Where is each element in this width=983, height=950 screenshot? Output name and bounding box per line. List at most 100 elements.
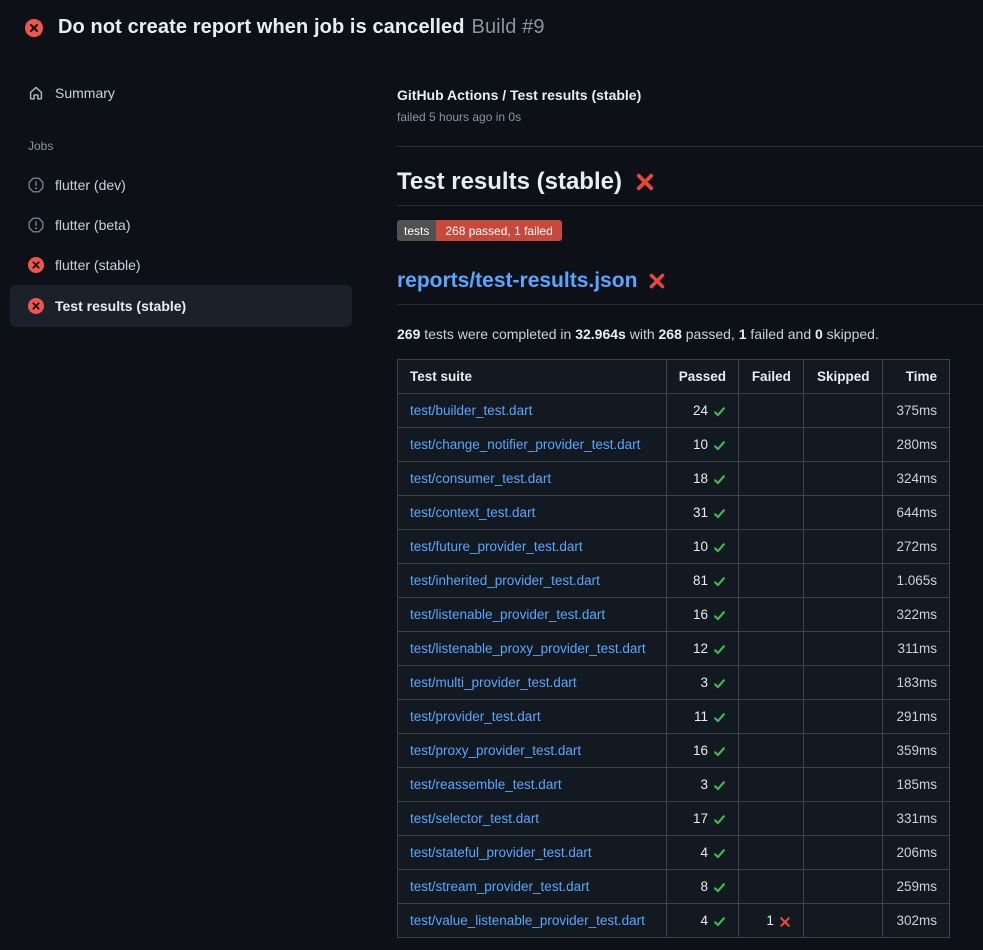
job-label: flutter (dev) — [55, 177, 126, 193]
jobs-list: flutter (dev) flutter (beta) flutter (stab… — [10, 165, 352, 327]
sidebar-item-flutter-stable[interactable]: flutter (stable) — [10, 245, 352, 285]
test-suite-link[interactable]: test/builder_test.dart — [410, 403, 532, 418]
skipped-cell — [803, 836, 882, 870]
fail-x-icon — [635, 172, 655, 192]
skipped-cell — [803, 632, 882, 666]
check-icon — [713, 643, 726, 656]
test-suite-cell: test/provider_test.dart — [398, 700, 667, 734]
sidebar-item-flutter-beta[interactable]: flutter (beta) — [10, 205, 352, 245]
check-icon — [713, 609, 726, 622]
column-failed: Failed — [739, 360, 804, 394]
check-icon — [713, 575, 726, 588]
passed-cell: 8 — [666, 870, 738, 904]
skipped-cell — [803, 428, 882, 462]
failed-cell — [739, 870, 804, 904]
skipped-cell — [803, 462, 882, 496]
table-row: test/change_notifier_provider_test.dart1… — [398, 428, 950, 462]
skipped-cell — [803, 666, 882, 700]
test-suite-link[interactable]: test/multi_provider_test.dart — [410, 675, 577, 690]
test-suite-cell: test/proxy_provider_test.dart — [398, 734, 667, 768]
sidebar-item-summary[interactable]: Summary — [10, 77, 352, 109]
test-suite-cell: test/future_provider_test.dart — [398, 530, 667, 564]
passed-count: 10 — [693, 539, 708, 554]
time-cell: 311ms — [882, 632, 950, 666]
skipped-cell — [803, 734, 882, 768]
check-icon — [713, 405, 726, 418]
table-row: test/reassemble_test.dart3185ms — [398, 768, 950, 802]
test-suite-link[interactable]: test/listenable_proxy_provider_test.dart — [410, 641, 646, 656]
summary-label: Summary — [55, 85, 115, 101]
test-suite-link[interactable]: test/stateful_provider_test.dart — [410, 845, 592, 860]
job-label: flutter (stable) — [55, 257, 141, 273]
results-table: Test suite Passed Failed Skipped Time te… — [397, 359, 950, 938]
table-row: test/future_provider_test.dart 10 272ms — [398, 530, 950, 564]
sidebar-item-test-results-stable[interactable]: Test results (stable) — [10, 285, 352, 327]
passed-count: 4 — [701, 913, 709, 928]
column-passed: Passed — [666, 360, 738, 394]
time-cell: 375ms — [882, 394, 950, 428]
test-suite-link[interactable]: test/listenable_provider_test.dart — [410, 607, 605, 622]
section-divider — [397, 146, 983, 147]
test-suite-cell: test/inherited_provider_test.dart — [398, 564, 667, 598]
time-cell: 359ms — [882, 734, 950, 768]
failed-cell — [739, 394, 804, 428]
passed-count: 12 — [693, 641, 708, 656]
test-suite-link[interactable]: test/stream_provider_test.dart — [410, 879, 589, 894]
tests-badge: tests 268 passed, 1 failed — [397, 220, 562, 241]
stop-icon — [28, 177, 44, 193]
passed-count: 3 — [701, 675, 709, 690]
column-test-suite: Test suite — [398, 360, 667, 394]
job-label: Test results (stable) — [55, 298, 186, 314]
jobs-heading: Jobs — [10, 139, 352, 153]
passed-cell: 3 — [666, 666, 738, 700]
skipped-cell — [803, 530, 882, 564]
test-suite-link[interactable]: test/reassemble_test.dart — [410, 777, 562, 792]
test-suite-link[interactable]: test/change_notifier_provider_test.dart — [410, 437, 640, 452]
passed-count: 17 — [693, 811, 708, 826]
time-cell: 331ms — [882, 802, 950, 836]
test-suite-cell: test/builder_test.dart — [398, 394, 667, 428]
test-suite-link[interactable]: test/selector_test.dart — [410, 811, 539, 826]
test-suite-link[interactable]: test/provider_test.dart — [410, 709, 541, 724]
sidebar-item-flutter-dev[interactable]: flutter (dev) — [10, 165, 352, 205]
test-suite-link[interactable]: test/value_listenable_provider_test.dart — [410, 913, 645, 928]
time-cell: 1.065s — [882, 564, 950, 598]
table-row: test/inherited_provider_test.dart 81 1.065… — [398, 564, 950, 598]
passed-count: 18 — [693, 471, 708, 486]
time-cell: 324ms — [882, 462, 950, 496]
column-time: Time — [882, 360, 950, 394]
failed-cell — [739, 598, 804, 632]
check-icon — [713, 745, 726, 758]
app-header: Do not create report when job is cancell… — [0, 0, 983, 51]
test-suite-cell: test/consumer_test.dart — [398, 462, 667, 496]
test-suite-link[interactable]: test/consumer_test.dart — [410, 471, 551, 486]
page-title: Do not create report when job is cancell… — [58, 16, 465, 38]
table-row: test/consumer_test.dart 18 324ms — [398, 462, 950, 496]
check-title-row: Test results (stable) — [397, 168, 983, 206]
time-cell: 272ms — [882, 530, 950, 564]
table-row: test/stream_provider_test.dart8259ms — [398, 870, 950, 904]
time-cell: 185ms — [882, 768, 950, 802]
check-icon — [713, 779, 726, 792]
badge-label: tests — [397, 220, 436, 241]
report-link[interactable]: reports/test-results.json — [397, 269, 637, 292]
test-suite-link[interactable]: test/proxy_provider_test.dart — [410, 743, 581, 758]
passed-count: 81 — [693, 573, 708, 588]
table-row: test/listenable_proxy_provider_test.dart… — [398, 632, 950, 666]
passed-cell: 4 — [666, 904, 738, 938]
table-row: test/selector_test.dart 17 331ms — [398, 802, 950, 836]
passed-cell: 12 — [666, 632, 738, 666]
stop-icon — [28, 217, 44, 233]
skipped-cell — [803, 496, 882, 530]
table-row: test/builder_test.dart24375ms — [398, 394, 950, 428]
test-suite-link[interactable]: test/future_provider_test.dart — [410, 539, 583, 554]
test-suite-link[interactable]: test/context_test.dart — [410, 505, 535, 520]
skipped-cell — [803, 802, 882, 836]
passed-cell: 16 — [666, 734, 738, 768]
skipped-cell — [803, 870, 882, 904]
passed-count: 8 — [701, 879, 709, 894]
failed-cell — [739, 836, 804, 870]
table-row: test/proxy_provider_test.dart 16 359ms — [398, 734, 950, 768]
x-circle-icon — [25, 19, 43, 37]
test-suite-link[interactable]: test/inherited_provider_test.dart — [410, 573, 600, 588]
